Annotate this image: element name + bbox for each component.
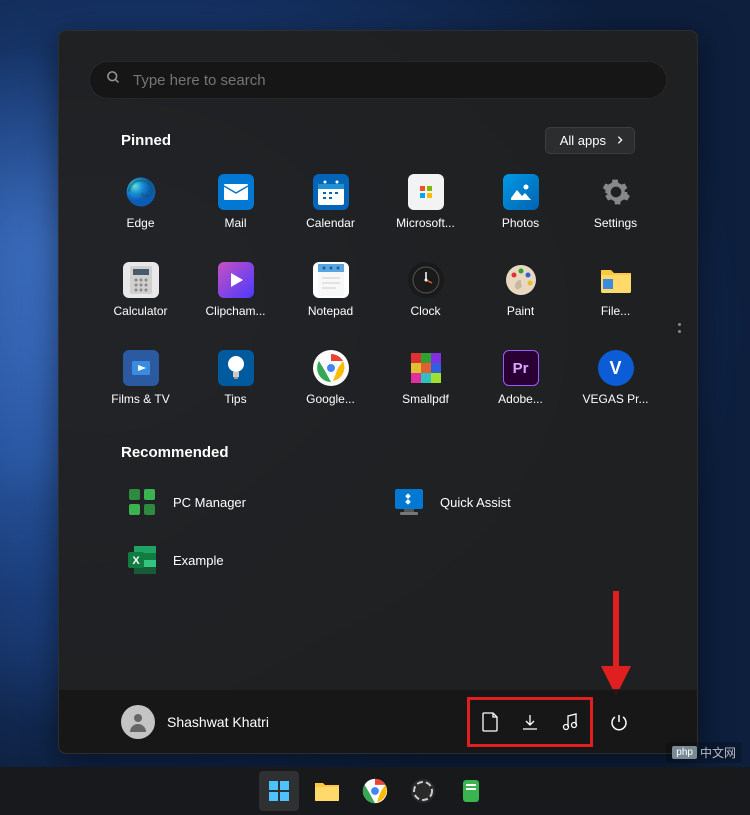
- recommended-example[interactable]: X Example: [121, 537, 368, 583]
- power-button[interactable]: [599, 702, 639, 742]
- pinned-app-mail[interactable]: Mail: [188, 168, 283, 248]
- mail-icon: [218, 174, 254, 210]
- pinned-app-smallpdf[interactable]: Smallpdf: [378, 344, 473, 424]
- chrome-icon: [362, 778, 388, 804]
- paint-icon: [503, 262, 539, 298]
- taskbar: [0, 767, 750, 815]
- document-icon: [482, 712, 499, 732]
- power-icon: [610, 713, 628, 731]
- tips-icon: [218, 350, 254, 386]
- smallpdf-icon: [408, 350, 444, 386]
- recommended-pc-manager[interactable]: PC Manager: [121, 479, 368, 525]
- pinned-app-edge[interactable]: Edge: [93, 168, 188, 248]
- username-label: Shashwat Khatri: [167, 714, 269, 730]
- pcmanager-icon: [125, 485, 159, 519]
- music-shortcut[interactable]: [550, 702, 590, 742]
- annotation-arrow: [596, 591, 636, 701]
- taskbar-chrome[interactable]: [355, 771, 395, 811]
- taskbar-app[interactable]: [451, 771, 491, 811]
- taskbar-start-button[interactable]: [259, 771, 299, 811]
- chrome-icon: [313, 350, 349, 386]
- recommended-title: Recommended: [121, 444, 635, 461]
- excel-icon: X: [125, 543, 159, 577]
- downloads-shortcut[interactable]: [510, 702, 550, 742]
- app-icon: [459, 778, 483, 804]
- clock-icon: [408, 262, 444, 298]
- watermark: php 中文网: [666, 742, 742, 763]
- user-avatar-icon: [121, 705, 155, 739]
- clipchamp-icon: [218, 262, 254, 298]
- annotation-highlight-box: [467, 697, 593, 747]
- more-pages-indicator[interactable]: [672, 317, 687, 339]
- footer-shortcuts: [467, 697, 639, 747]
- settings-icon: [598, 174, 634, 210]
- folder-icon: [598, 262, 634, 298]
- store-icon: [408, 174, 444, 210]
- pinned-app-films-tv[interactable]: Films & TV: [93, 344, 188, 424]
- pinned-app-notepad[interactable]: Notepad: [283, 256, 378, 336]
- documents-shortcut[interactable]: [470, 702, 510, 742]
- download-icon: [521, 713, 539, 731]
- chevron-right-icon: [616, 133, 624, 148]
- pinned-app-clock[interactable]: Clock: [378, 256, 473, 336]
- all-apps-button[interactable]: All apps: [545, 127, 635, 154]
- all-apps-label: All apps: [560, 133, 606, 148]
- pinned-app-calculator[interactable]: Calculator: [93, 256, 188, 336]
- obs-icon: [410, 778, 436, 804]
- recommended-quick-assist[interactable]: Quick Assist: [388, 479, 635, 525]
- pinned-app-file-explorer[interactable]: File...: [568, 256, 663, 336]
- pinned-title: Pinned: [121, 132, 171, 149]
- search-box[interactable]: [89, 61, 667, 99]
- edge-icon: [123, 174, 159, 210]
- pinned-app-vegas-pro[interactable]: V VEGAS Pr...: [568, 344, 663, 424]
- folder-icon: [314, 780, 340, 802]
- vegas-icon: V: [598, 350, 634, 386]
- recommended-grid: PC Manager Quick Assist X Example: [121, 479, 635, 583]
- taskbar-obs[interactable]: [403, 771, 443, 811]
- calendar-icon: [313, 174, 349, 210]
- pinned-header: Pinned All apps: [59, 99, 697, 154]
- quickassist-icon: [392, 485, 426, 519]
- pinned-app-google-chrome[interactable]: Google...: [283, 344, 378, 424]
- pinned-app-clipchamp[interactable]: Clipcham...: [188, 256, 283, 336]
- notepad-icon: [313, 262, 349, 298]
- windows-icon: [267, 779, 291, 803]
- music-icon: [562, 713, 578, 731]
- pinned-app-paint[interactable]: Paint: [473, 256, 568, 336]
- calculator-icon: [123, 262, 159, 298]
- premiere-icon: Pr: [503, 350, 539, 386]
- pinned-app-adobe-premiere[interactable]: Pr Adobe...: [473, 344, 568, 424]
- pinned-app-settings[interactable]: Settings: [568, 168, 663, 248]
- search-icon: [106, 70, 121, 90]
- recommended-section: Recommended PC Manager Quick Assist X Ex…: [59, 424, 697, 583]
- pinned-apps-grid: Edge Mail Calendar Microsoft... Photos S…: [59, 154, 697, 424]
- pinned-app-microsoft-store[interactable]: Microsoft...: [378, 168, 473, 248]
- svg-text:X: X: [132, 555, 140, 567]
- taskbar-explorer[interactable]: [307, 771, 347, 811]
- search-input[interactable]: [133, 72, 650, 89]
- pinned-app-photos[interactable]: Photos: [473, 168, 568, 248]
- pinned-app-tips[interactable]: Tips: [188, 344, 283, 424]
- start-menu: Pinned All apps Edge Mail Calendar Micro…: [58, 30, 698, 754]
- pinned-app-calendar[interactable]: Calendar: [283, 168, 378, 248]
- start-menu-footer: Shashwat Khatri: [59, 689, 697, 753]
- films-icon: [123, 350, 159, 386]
- user-account-button[interactable]: Shashwat Khatri: [121, 705, 269, 739]
- photos-icon: [503, 174, 539, 210]
